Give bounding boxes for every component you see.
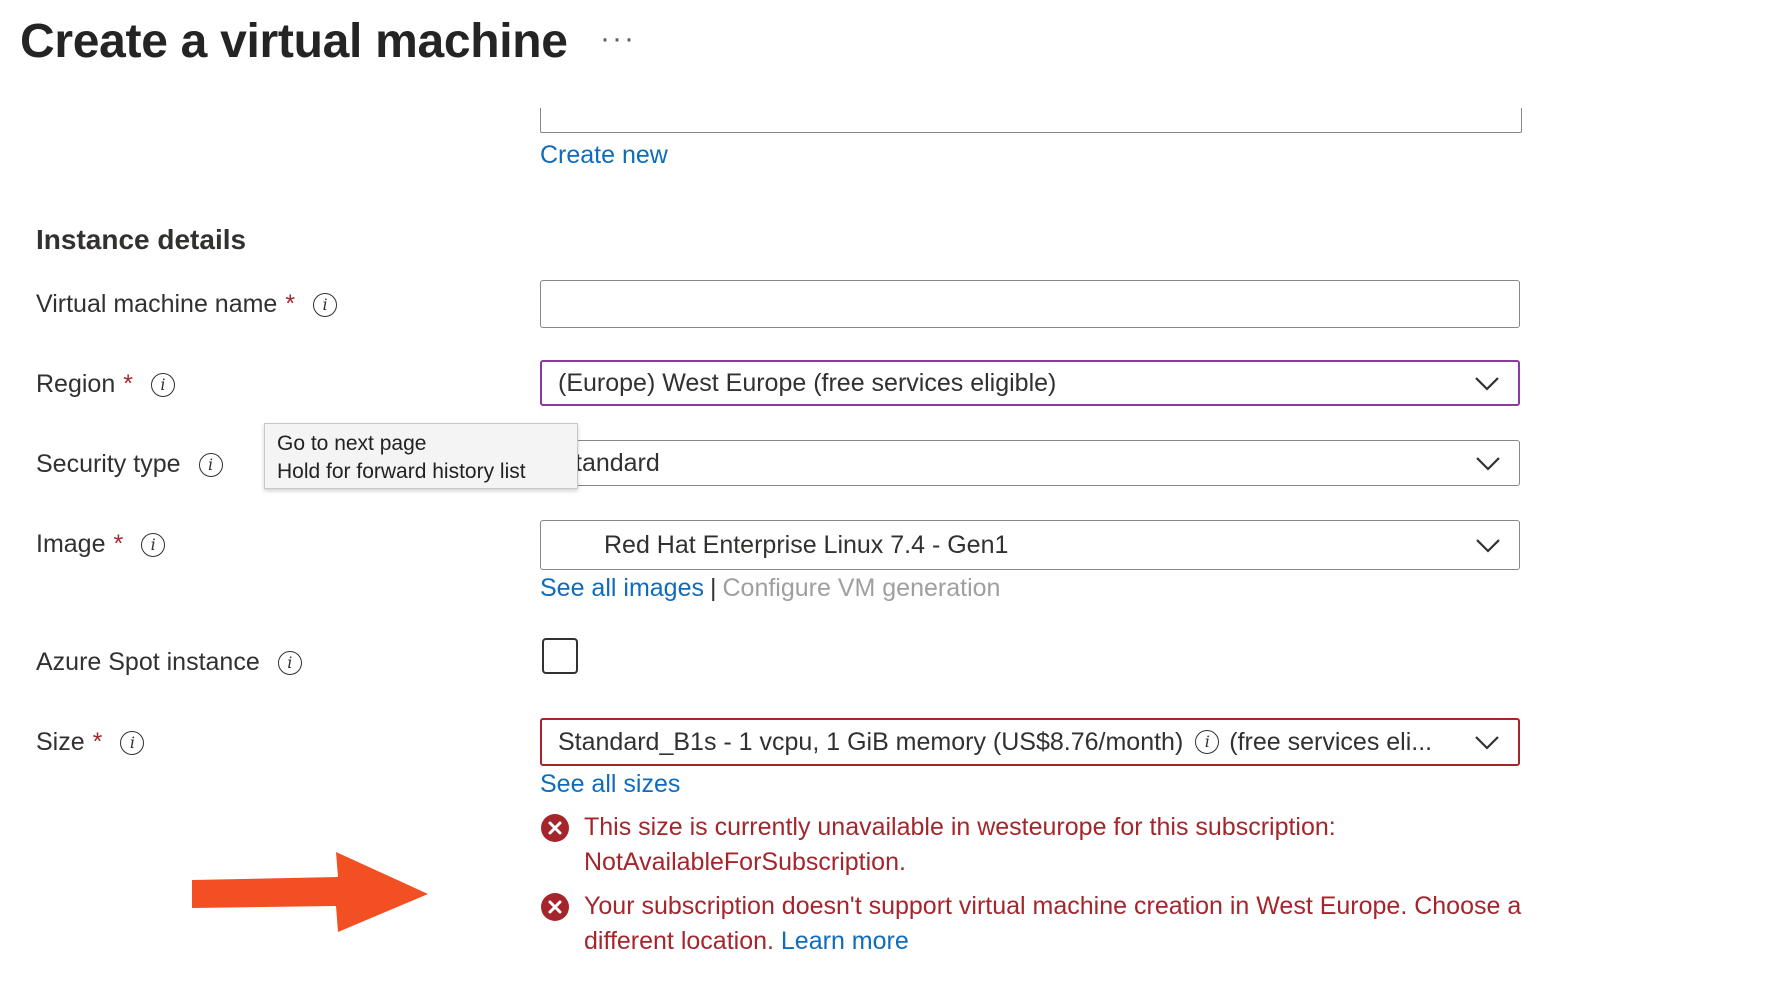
size-value-suffix: (free services eli... [1229,727,1433,756]
see-all-images-link[interactable]: See all images [540,574,704,603]
security-type-label-text: Security type [36,450,181,478]
required-asterisk: * [123,370,133,398]
error-text: This size is currently unavailable in we… [584,813,1336,876]
create-new-link[interactable]: Create new [540,141,668,170]
vm-name-input[interactable] [540,280,1520,328]
size-label: Size * i [36,728,145,757]
size-select[interactable]: Standard_B1s - 1 vcpu, 1 GiB memory (US$… [540,718,1520,766]
configure-vm-generation-link: Configure VM generation [722,574,1001,602]
resource-group-select[interactable] [540,108,1522,133]
chevron-down-icon [1475,736,1499,750]
required-asterisk: * [113,530,124,558]
info-icon[interactable]: i [313,292,338,317]
image-value: Red Hat Enterprise Linux 7.4 - Gen1 [604,530,1009,559]
security-type-label: Security type i [36,450,223,479]
error-circle-icon [541,814,569,842]
region-value: (Europe) West Europe (free services elig… [558,368,1057,397]
required-asterisk: * [92,728,103,756]
vm-name-label: Virtual machine name * i [36,290,338,319]
info-icon[interactable]: i [277,650,302,675]
arrow-right-icon [192,852,428,932]
image-select[interactable]: Red Hat Enterprise Linux 7.4 - Gen1 [540,520,1520,570]
link-separator: | [709,574,717,602]
info-icon[interactable]: i [141,532,166,557]
security-type-select[interactable]: tandard [540,440,1520,486]
image-label-text: Image [36,530,106,558]
info-icon[interactable]: i [1195,730,1220,754]
tooltip-line-2: Hold for forward history list [277,460,526,483]
size-label-text: Size [36,728,85,756]
browser-tooltip: Go to next page Hold for forward history… [264,423,578,489]
azure-spot-label-text: Azure Spot instance [36,648,260,676]
info-icon[interactable]: i [198,452,223,477]
error-message: Your subscription doesn't support virtua… [540,889,1524,959]
image-label: Image * i [36,530,166,559]
region-label-text: Region [36,370,116,398]
error-circle-icon [541,893,569,921]
learn-more-link[interactable]: Learn more [781,927,909,955]
section-instance-details: Instance details [36,224,247,255]
more-options-button[interactable]: ··· [600,22,636,56]
chevron-down-icon [1475,377,1499,391]
required-asterisk: * [285,290,296,318]
security-type-value: tandard [575,448,660,477]
tooltip-line-1: Go to next page [277,432,427,455]
error-text: Your subscription doesn't support virtua… [584,892,1522,955]
error-text-block: Your subscription doesn't support virtua… [584,889,1524,959]
chevron-down-icon [1476,457,1500,471]
region-select[interactable]: (Europe) West Europe (free services elig… [540,360,1520,406]
info-icon[interactable]: i [120,730,145,755]
image-links: See all images | Configure VM generation [540,574,1000,603]
azure-spot-checkbox[interactable] [542,638,578,674]
azure-spot-label: Azure Spot instance i [36,648,302,677]
see-all-sizes-link[interactable]: See all sizes [540,770,680,799]
size-value: Standard_B1s - 1 vcpu, 1 GiB memory (US$… [558,727,1184,756]
page-title: Create a virtual machine [20,15,568,68]
info-icon[interactable]: i [150,372,175,397]
region-label: Region * i [36,370,175,399]
vm-name-label-text: Virtual machine name [36,290,278,318]
error-message: This size is currently unavailable in we… [540,810,1524,880]
chevron-down-icon [1476,539,1500,553]
